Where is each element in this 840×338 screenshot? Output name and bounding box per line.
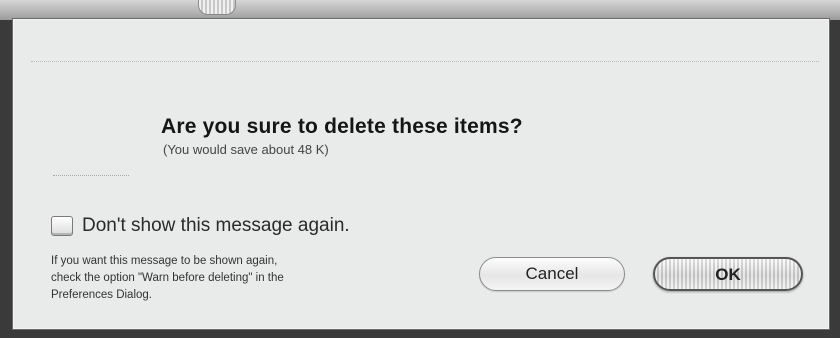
divider xyxy=(31,61,819,62)
hint-text: If you want this message to be shown aga… xyxy=(51,253,451,304)
sheet-attachment-tab xyxy=(198,0,236,15)
dont-show-again-row[interactable]: Don't show this message again. xyxy=(51,215,350,237)
hint-line: If you want this message to be shown aga… xyxy=(51,255,278,267)
ok-button[interactable]: OK xyxy=(653,257,803,291)
screen: { "dialog": { "message": "Are you sure t… xyxy=(0,0,840,338)
dont-show-again-checkbox[interactable] xyxy=(51,216,73,236)
hint-line: check the option "Warn before deleting" … xyxy=(51,272,284,284)
window-top-strip xyxy=(0,0,840,20)
dont-show-again-label[interactable]: Don't show this message again. xyxy=(82,215,350,237)
cancel-button[interactable]: Cancel xyxy=(479,257,625,291)
dialog-message: Are you sure to delete these items? xyxy=(161,115,523,138)
hint-line: Preferences Dialog. xyxy=(51,289,152,301)
delete-confirmation-dialog: Are you sure to delete these items? (You… xyxy=(12,18,830,330)
dialog-sub-message: (You would save about 48 K) xyxy=(163,142,329,157)
divider xyxy=(53,175,129,176)
